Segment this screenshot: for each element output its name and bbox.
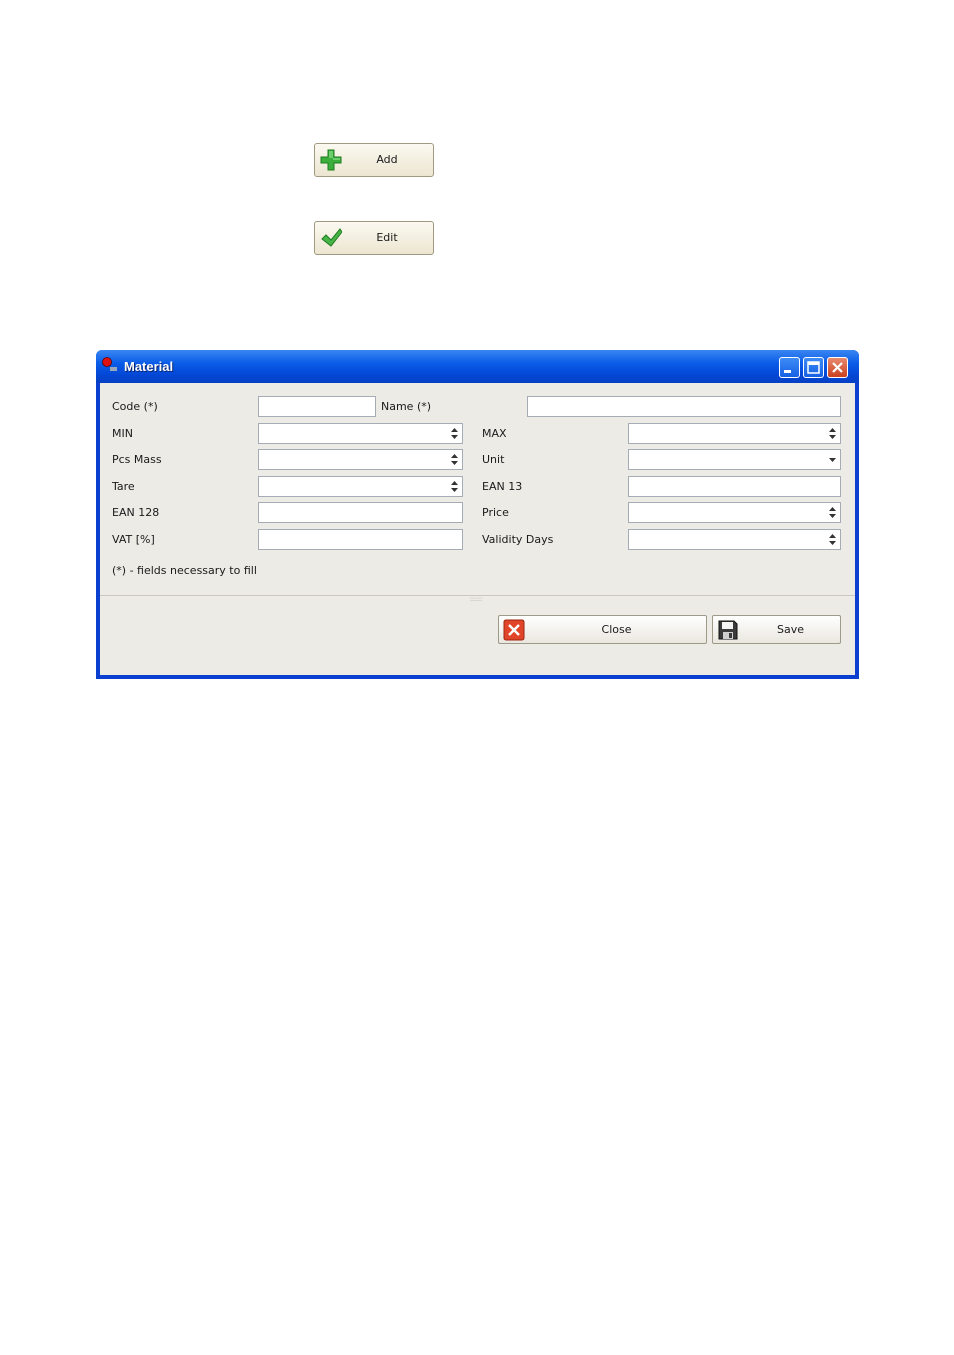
spinner-icon[interactable] — [828, 532, 837, 547]
spinner-icon[interactable] — [450, 452, 459, 467]
ean13-label: EAN 13 — [482, 480, 523, 493]
unit-select[interactable] — [628, 449, 841, 470]
save-button-label: Save — [776, 623, 804, 636]
close-icon — [832, 362, 843, 373]
ean128-label: EAN 128 — [112, 506, 160, 519]
vat-field[interactable] — [258, 529, 463, 550]
window-client-area: Code (*) Name (*) MIN MAX Pcs Mass Unit — [100, 383, 855, 675]
ean128-field[interactable] — [258, 502, 463, 523]
window-close-button[interactable] — [827, 357, 848, 378]
price-field[interactable] — [628, 502, 841, 523]
window-titlebar[interactable]: Material — [96, 350, 859, 383]
required-fields-note: (*) - fields necessary to fill — [112, 564, 257, 577]
close-button-label: Close — [601, 623, 632, 636]
maximize-icon — [807, 361, 820, 374]
edit-button-label: Edit — [376, 231, 398, 244]
code-label: Code (*) — [112, 400, 158, 413]
max-field[interactable] — [628, 423, 841, 444]
save-button[interactable]: Save — [712, 615, 841, 644]
tare-field[interactable] — [258, 476, 463, 497]
pcs-mass-field[interactable] — [258, 449, 463, 470]
add-button-label: Add — [376, 153, 398, 166]
price-label: Price — [482, 506, 509, 519]
spinner-icon[interactable] — [450, 426, 459, 441]
maximize-button[interactable] — [803, 357, 824, 378]
code-field[interactable] — [258, 396, 376, 417]
floppy-disk-icon — [718, 620, 738, 640]
checkmark-icon — [321, 228, 342, 247]
minimize-button[interactable] — [779, 357, 800, 378]
spinner-icon[interactable] — [450, 479, 459, 494]
tare-label: Tare — [112, 480, 135, 493]
name-field[interactable] — [527, 396, 841, 417]
min-field[interactable] — [258, 423, 463, 444]
splitter-grip[interactable]: :::::: — [470, 596, 482, 603]
plus-icon — [320, 149, 342, 171]
window-title: Material — [124, 359, 174, 374]
spinner-icon[interactable] — [828, 505, 837, 520]
validity-days-label: Validity Days — [482, 533, 554, 546]
ean13-field[interactable] — [628, 476, 841, 497]
close-icon — [503, 619, 525, 641]
edit-button[interactable]: Edit — [314, 221, 434, 255]
validity-days-field[interactable] — [628, 529, 841, 550]
spinner-icon[interactable] — [828, 426, 837, 441]
add-button[interactable]: Add — [314, 143, 434, 177]
chevron-down-icon[interactable] — [828, 452, 837, 467]
unit-label: Unit — [482, 453, 505, 466]
max-label: MAX — [482, 427, 507, 440]
minimize-icon — [784, 370, 791, 373]
close-button[interactable]: Close — [498, 615, 707, 644]
pcs-mass-label: Pcs Mass — [112, 453, 162, 466]
name-label: Name (*) — [381, 400, 432, 413]
app-icon — [102, 357, 117, 371]
min-label: MIN — [112, 427, 133, 440]
material-window: Material Code (*) Name (*) MIN MAX Pcs M… — [96, 350, 859, 679]
vat-label: VAT [%] — [112, 533, 155, 546]
